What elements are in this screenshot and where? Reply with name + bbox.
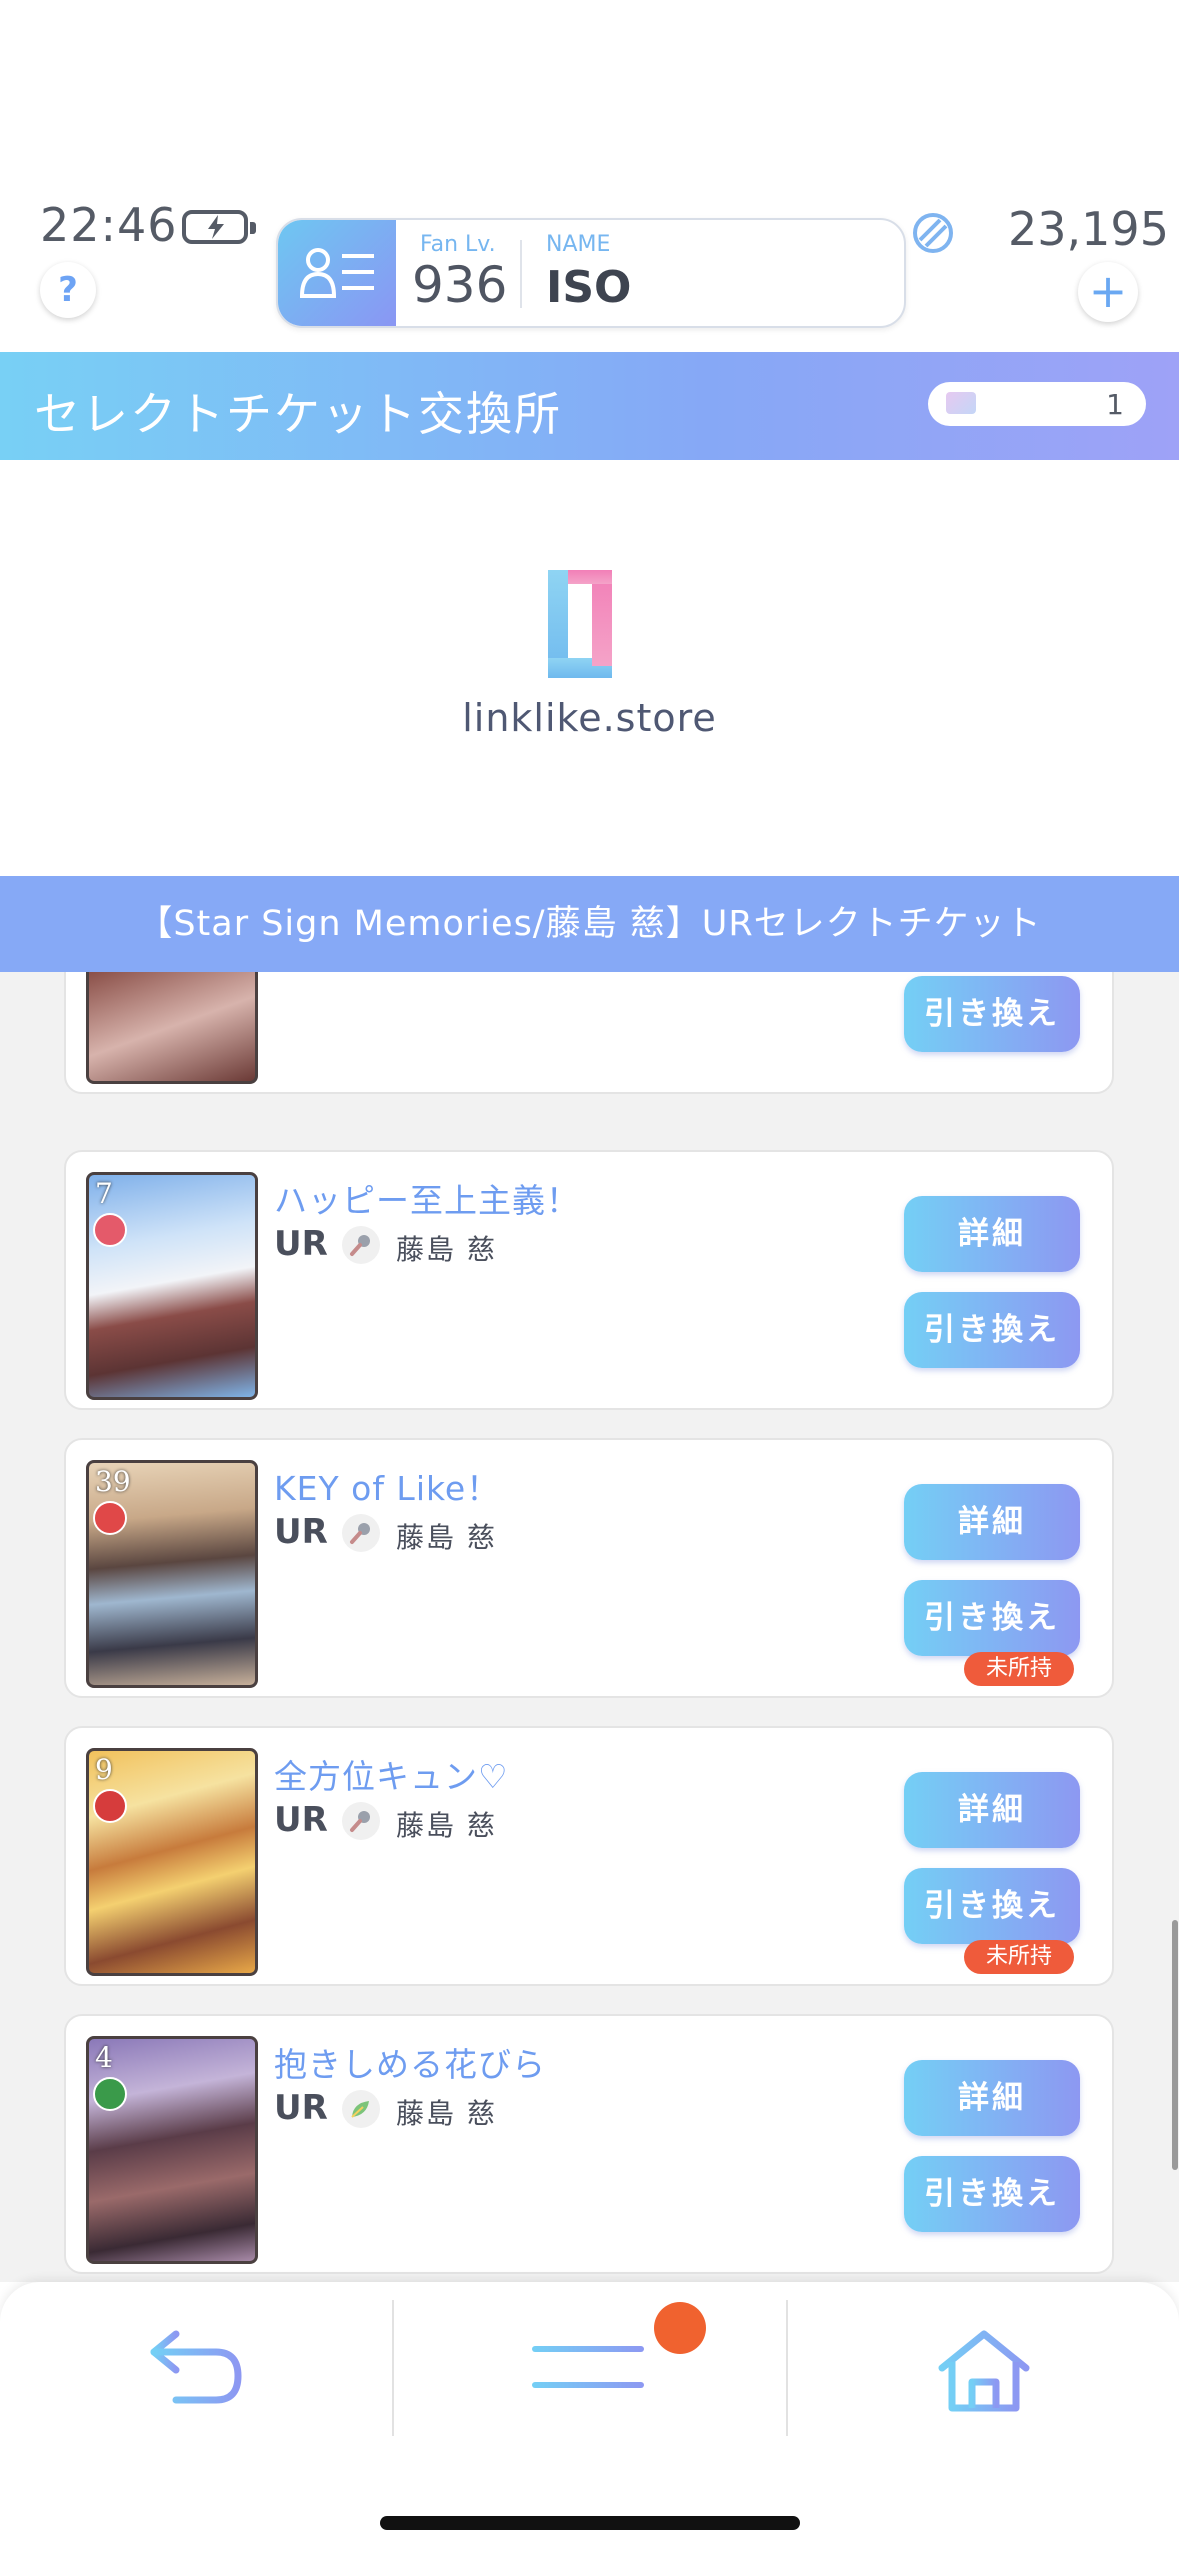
store-banner[interactable]: linklike.store xyxy=(0,460,1179,876)
card-thumbnail[interactable]: 4 xyxy=(86,2036,258,2264)
battery-charging-icon xyxy=(182,210,256,244)
card-name: 全方位キュン♡ xyxy=(274,1757,509,1796)
exchange-button[interactable]: 引き換え xyxy=(904,976,1080,1052)
nav-separator xyxy=(392,2300,394,2436)
detail-button[interactable]: 詳細 xyxy=(904,1196,1080,1272)
fan-level-label: Fan Lv. xyxy=(420,232,496,257)
ticket-count-pill: 1 xyxy=(928,382,1146,426)
exchange-button[interactable]: 引き換え xyxy=(904,1580,1080,1656)
card-thumbnail[interactable]: 7 xyxy=(86,1172,258,1400)
list-item: 39 KEY of Like！ UR 藤島 慈 詳細 引き換え 未所持 xyxy=(64,1438,1114,1698)
page-title: セレクトチケット交換所 xyxy=(34,387,562,441)
home-indicator[interactable] xyxy=(380,2516,800,2530)
card-number: 7 xyxy=(95,1177,113,1210)
list-item: 引き換え xyxy=(64,972,1114,1094)
card-member: 藤島 慈 xyxy=(396,1809,497,1842)
mic-icon xyxy=(342,1514,380,1552)
menu-icon[interactable] xyxy=(532,2342,644,2392)
exchange-button[interactable]: 引き換え xyxy=(904,2156,1080,2232)
detail-button[interactable]: 詳細 xyxy=(904,1484,1080,1560)
card-rarity: UR xyxy=(274,1512,328,1552)
card-member: 藤島 慈 xyxy=(396,1233,497,1266)
currency-amount: 23,195 xyxy=(1008,202,1169,256)
ticket-name-bar: 【Star Sign Memories/藤島 慈】URセレクトチケット xyxy=(0,876,1179,972)
list-item: 7 ハッピー至上主義！ UR 藤島 慈 詳細 引き換え xyxy=(64,1150,1114,1410)
fan-level-value: 936 xyxy=(412,256,508,314)
card-rarity: UR xyxy=(274,1224,328,1264)
heart-type-icon xyxy=(93,1213,127,1247)
linklike-logo-icon xyxy=(548,570,612,678)
type-icon xyxy=(93,1789,127,1823)
card-number: 39 xyxy=(95,1465,131,1498)
card-number: 9 xyxy=(95,1753,113,1786)
scrollbar[interactable] xyxy=(1172,1920,1178,2170)
exchange-button[interactable]: 引き換え xyxy=(904,1292,1080,1368)
home-icon[interactable] xyxy=(936,2328,1032,2414)
card-rarity: UR xyxy=(274,2088,328,2128)
unowned-badge: 未所持 xyxy=(964,1940,1074,1974)
add-currency-button[interactable]: + xyxy=(1078,262,1138,322)
ticket-count: 1 xyxy=(1106,388,1124,421)
name-label: NAME xyxy=(546,232,611,257)
card-name: ハッピー至上主義！ xyxy=(274,1181,580,1220)
unowned-badge: 未所持 xyxy=(964,1652,1074,1686)
card-member: 藤島 慈 xyxy=(396,2097,497,2130)
card-number: 4 xyxy=(95,2041,113,2074)
profile-panel[interactable]: Fan Lv. 936 NAME ISO xyxy=(276,218,906,328)
player-name: ISO xyxy=(546,262,632,313)
card-name: 抱きしめる花びら xyxy=(274,2045,546,2084)
card-thumbnail[interactable]: 9 xyxy=(86,1748,258,1976)
leaf-icon xyxy=(342,2090,380,2128)
star-gem-icon xyxy=(910,210,956,260)
bottom-nav xyxy=(0,2282,1179,2556)
mic-icon xyxy=(342,1802,380,1840)
heart-type-icon xyxy=(93,1501,127,1535)
detail-button[interactable]: 詳細 xyxy=(904,1772,1080,1848)
exchange-button[interactable]: 引き換え xyxy=(904,1868,1080,1944)
profile-card-icon xyxy=(278,220,396,326)
list-item: 4 抱きしめる花びら UR 藤島 慈 詳細 引き換え xyxy=(64,2014,1114,2274)
card-member: 藤島 慈 xyxy=(396,1521,497,1554)
card-thumbnail[interactable]: 39 xyxy=(86,1460,258,1688)
help-button[interactable]: ? xyxy=(40,262,96,318)
card-list[interactable]: 引き換え 7 ハッピー至上主義！ UR 藤島 慈 詳細 引き換え 39 KEY … xyxy=(0,972,1179,2282)
profile-divider xyxy=(520,240,522,308)
list-item: 9 全方位キュン♡ UR 藤島 慈 詳細 引き換え 未所持 xyxy=(64,1726,1114,1986)
detail-button[interactable]: 詳細 xyxy=(904,2060,1080,2136)
nav-separator xyxy=(786,2300,788,2436)
card-rarity: UR xyxy=(274,1800,328,1840)
back-arrow-icon[interactable] xyxy=(146,2328,246,2408)
notification-dot xyxy=(654,2302,706,2354)
card-name: KEY of Like！ xyxy=(274,1469,501,1508)
mic-icon xyxy=(342,1226,380,1264)
card-thumbnail[interactable] xyxy=(86,972,258,1084)
store-url: linklike.store xyxy=(462,696,717,740)
leaf-type-icon xyxy=(93,2077,127,2111)
title-bar: セレクトチケット交換所 1 xyxy=(0,352,1179,460)
status-time: 22:46 xyxy=(40,198,178,252)
ticket-icon xyxy=(946,392,976,414)
